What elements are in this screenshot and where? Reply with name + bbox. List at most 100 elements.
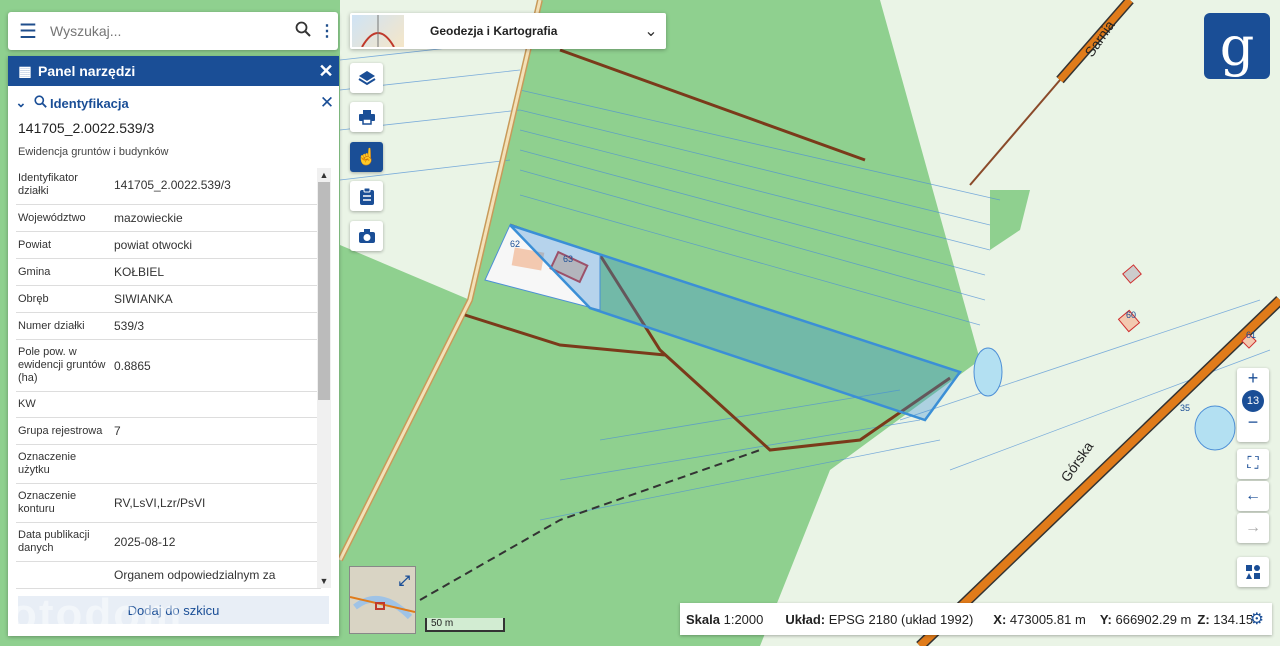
clipboard-button[interactable] (350, 181, 383, 211)
chevron-down-icon[interactable]: ⌄ (636, 21, 666, 41)
previous-extent-button[interactable]: ← (1237, 481, 1269, 511)
y-label: Y: (1099, 611, 1112, 627)
attribute-row: Oznaczenie użytku (16, 444, 321, 484)
layers-icon (357, 71, 376, 86)
attribute-value: SIWIANKA (112, 285, 321, 313)
x-label: X: (993, 611, 1007, 627)
attribute-key: Identyfikator działki (16, 166, 112, 205)
attribute-row: Województwo mazowieckie (16, 204, 321, 232)
zoom-in-button[interactable]: + (1237, 368, 1269, 390)
attribute-value: 7 (112, 417, 321, 445)
overview-minimap[interactable]: ⤢ (349, 566, 416, 634)
attribute-key: Oznaczenie użytku (16, 444, 112, 484)
z-value: 134.15 (1213, 611, 1254, 627)
hand-pointer-icon: ☝ (356, 149, 377, 166)
scroll-down-icon[interactable]: ▼ (317, 576, 331, 586)
layer-name: Ewidencja gruntów i budynków (18, 146, 169, 158)
attribute-key (16, 561, 112, 589)
attribute-row: KW (16, 391, 321, 418)
attribute-key: Oznaczenie konturu (16, 483, 112, 523)
map-selector-label: Geodezja i Kartografia (430, 24, 558, 38)
more-vert-icon[interactable]: ⋮ (316, 21, 338, 41)
attribute-value: Organem odpowiedzialnym za (112, 561, 321, 589)
attribute-key: Pole pow. w ewidencji gruntów (ha) (16, 339, 112, 392)
attribute-row: Grupa rejestrowa 7 (16, 417, 321, 445)
attribute-row: Data publikacji danych 2025-08-12 (16, 522, 321, 562)
tool-panel-header: ▦ Panel narzędzi ✕ (8, 56, 339, 86)
arrow-right-icon: → (1245, 519, 1261, 536)
attribute-key: Obręb (16, 285, 112, 313)
status-bar: Skala 1:2000 Układ: EPSG 2180 (układ 199… (680, 603, 1272, 635)
attribute-value: KOŁBIEL (112, 258, 321, 286)
apps-grid-icon: ▦ (18, 62, 32, 79)
crs-label: Układ: (785, 611, 826, 627)
attribute-row: Numer działki 539/3 (16, 312, 321, 340)
zoom-control: + 13 − (1237, 368, 1269, 442)
zoom-level: 13 (1242, 390, 1264, 412)
close-panel-button[interactable]: ✕ (313, 61, 339, 82)
expand-icon[interactable]: ⤢ (399, 572, 410, 589)
parcel-label-61: 61 (1246, 330, 1256, 340)
attribute-row: Powiat powiat otwocki (16, 231, 321, 259)
zoom-out-button[interactable]: − (1237, 412, 1269, 434)
scale-value[interactable]: 1:2000 (724, 612, 764, 627)
scale-bar: 50 m (425, 618, 505, 632)
next-extent-button[interactable]: → (1237, 513, 1269, 543)
attribute-row: Obręb SIWIANKA (16, 285, 321, 313)
scrollbar-thumb[interactable] (318, 182, 330, 400)
search-icon (30, 95, 50, 111)
attributes-table: Identyfikator działki 141705_2.0022.539/3… (16, 166, 321, 589)
attribute-value (112, 391, 321, 418)
attribute-key: Województwo (16, 204, 112, 232)
camera-icon (358, 229, 375, 243)
watermark: otodom (10, 590, 184, 639)
identify-button[interactable]: ☝ (350, 142, 383, 172)
attribute-value: 0.8865 (112, 339, 321, 392)
parcel-label-35: 35 (1180, 403, 1190, 413)
attributes-list: Identyfikator działki 141705_2.0022.539/3… (8, 166, 339, 590)
attribute-value: RV,LsVI,Lzr/PsVI (112, 483, 321, 523)
print-icon (358, 110, 375, 125)
legend-button[interactable] (1237, 557, 1269, 587)
tool-panel: ▦ Panel narzędzi ✕ ⌄ Identyfikacja ✕ 141… (8, 56, 339, 636)
attribute-value: 539/3 (112, 312, 321, 340)
z-label: Z: (1197, 611, 1210, 627)
chevron-down-icon[interactable]: ⌄ (12, 95, 30, 111)
parcel-label-62: 62 (510, 239, 520, 249)
identification-title: Identyfikacja (50, 95, 129, 111)
search-input[interactable] (48, 22, 290, 40)
attribute-key: Numer działki (16, 312, 112, 340)
parcel-label-60: 60 (1126, 310, 1136, 320)
scale-label: Skala (686, 611, 720, 627)
legend-icon (1246, 565, 1260, 579)
y-value: 666902.29 m (1115, 611, 1192, 627)
crs-value[interactable]: EPSG 2180 (układ 1992) (829, 612, 974, 627)
tool-panel-title: Panel narzędzi (38, 63, 136, 79)
scroll-up-icon[interactable]: ▲ (317, 170, 331, 180)
close-identification-button[interactable]: ✕ (315, 93, 339, 113)
gear-icon[interactable]: ⚙ (1250, 609, 1264, 629)
attribute-key: Grupa rejestrowa (16, 417, 112, 445)
search-icon[interactable] (290, 21, 316, 42)
attribute-value: 2025-08-12 (112, 522, 321, 562)
identification-section-header[interactable]: ⌄ Identyfikacja ✕ (8, 86, 339, 120)
app-logo[interactable]: g (1204, 13, 1270, 79)
attribute-key: Gmina (16, 258, 112, 286)
attribute-key: KW (16, 391, 112, 418)
attribute-row: Gmina KOŁBIEL (16, 258, 321, 286)
map-selector[interactable]: Geodezja i Kartografia ⌄ (350, 13, 666, 49)
attribute-row: Pole pow. w ewidencji gruntów (ha) 0.8865 (16, 339, 321, 392)
attribute-value: mazowieckie (112, 204, 321, 232)
layers-button[interactable] (350, 63, 383, 93)
search-bar: ☰ ⋮ (8, 12, 338, 50)
print-button[interactable] (350, 102, 383, 132)
attribute-key: Data publikacji danych (16, 522, 112, 562)
attribute-row: Oznaczenie konturu RV,LsVI,Lzr/PsVI (16, 483, 321, 523)
scrollbar[interactable]: ▲ ▼ (317, 168, 331, 588)
fullscreen-button[interactable]: ⛶ (1237, 449, 1269, 479)
menu-icon[interactable]: ☰ (8, 19, 48, 44)
map-thumbnail (352, 15, 404, 48)
screenshot-button[interactable] (350, 221, 383, 251)
parcel-label-63: 63 (563, 254, 573, 264)
attribute-row: Organem odpowiedzialnym za (16, 561, 321, 589)
